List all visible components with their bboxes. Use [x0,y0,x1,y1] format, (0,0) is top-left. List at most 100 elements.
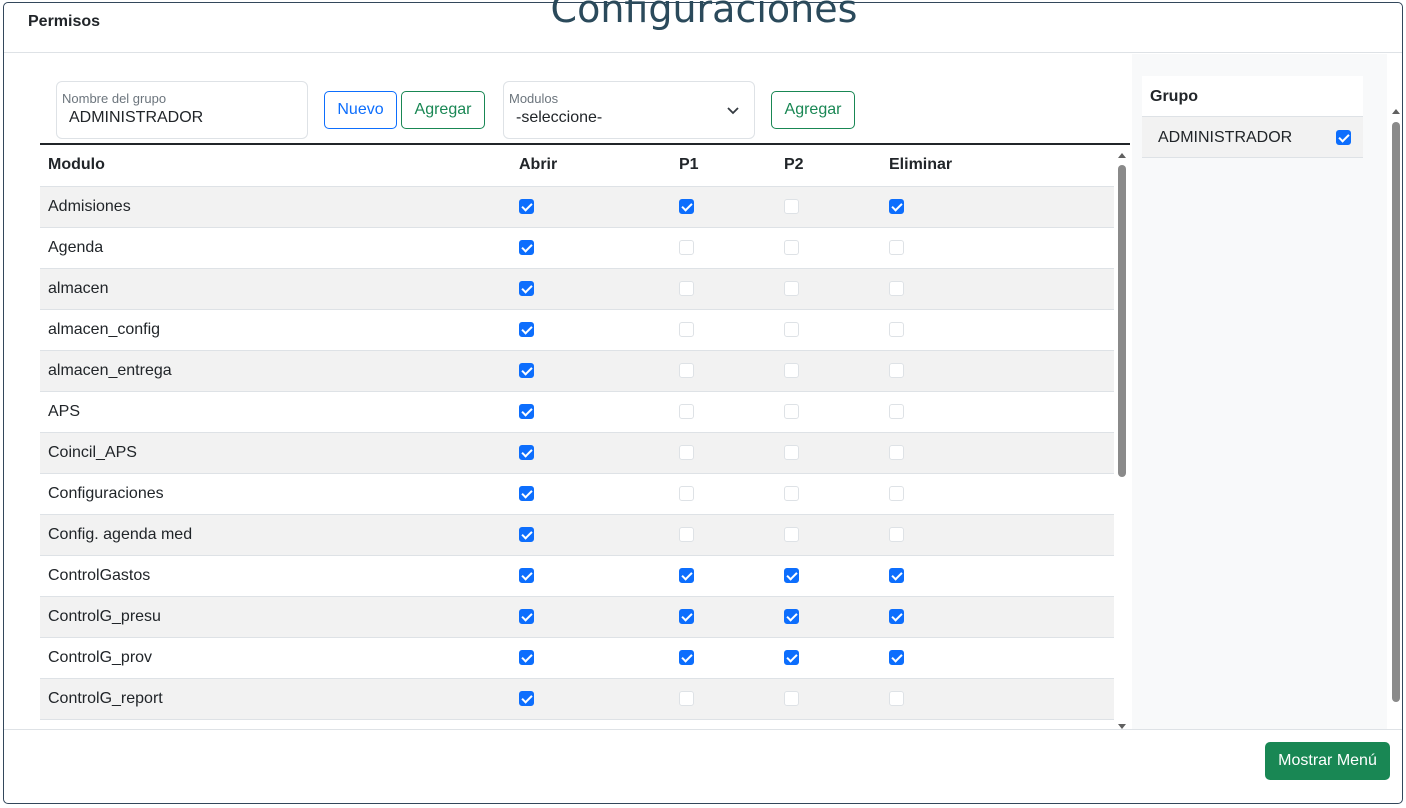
permission-checkbox-p2[interactable] [784,280,799,296]
permission-checkbox-p1[interactable] [679,280,694,296]
permission-checkbox-eliminar[interactable] [889,690,904,706]
permission-checkbox-p2[interactable] [784,485,799,501]
permission-checkbox-p1[interactable] [679,485,694,501]
permission-checkbox-eliminar[interactable] [889,239,904,255]
permission-checkbox-p2[interactable] [784,649,799,665]
permission-checkbox-p2[interactable] [784,567,799,583]
permission-cell-p1 [671,596,776,638]
permission-cell-p1 [671,309,776,351]
permission-checkbox-eliminar[interactable] [889,280,904,296]
permission-checkbox-eliminar[interactable] [889,198,904,214]
permission-checkbox-p1[interactable] [679,198,694,214]
table-row: ControlG_prov [40,637,1114,679]
permission-checkbox-abrir[interactable] [519,321,534,337]
show-menu-button[interactable]: Mostrar Menú [1265,742,1390,780]
modules-select[interactable]: Modulos -seleccione- [503,81,755,139]
permission-checkbox-p1[interactable] [679,321,694,337]
permission-checkbox-p1[interactable] [679,403,694,419]
permission-checkbox-p2[interactable] [784,362,799,378]
group-name-field[interactable]: Nombre del grupo ADMINISTRADOR [56,81,308,139]
permission-checkbox-abrir[interactable] [519,362,534,378]
table-row: Agenda [40,227,1114,269]
permission-checkbox-p1[interactable] [679,362,694,378]
permission-cell-p2 [776,514,881,556]
table-row: almacen_config [40,309,1114,351]
group-item-name: ADMINISTRADOR [1158,129,1293,146]
permission-cell-abrir [511,186,671,228]
permission-checkbox-p2[interactable] [784,526,799,542]
module-name-cell: APS [40,391,511,433]
permission-checkbox-p1[interactable] [679,690,694,706]
permission-checkbox-eliminar[interactable] [889,567,904,583]
modal-header: Permisos [4,3,1402,53]
permission-checkbox-eliminar[interactable] [889,321,904,337]
permission-checkbox-p2[interactable] [784,321,799,337]
group-panel: Grupo ADMINISTRADOR [1132,54,1387,730]
permission-cell-eliminar [881,678,1114,720]
permission-checkbox-p1[interactable] [679,526,694,542]
permission-checkbox-abrir[interactable] [519,198,534,214]
permission-cell-abrir [511,391,671,433]
permission-cell-p1 [671,678,776,720]
column-header-eliminar: Eliminar [881,145,1114,187]
permission-checkbox-abrir[interactable] [519,444,534,460]
permission-cell-eliminar [881,268,1114,310]
permission-checkbox-p1[interactable] [679,649,694,665]
permission-cell-abrir [511,268,671,310]
chevron-down-icon [727,107,739,115]
permission-cell-p2 [776,227,881,269]
permission-checkbox-abrir[interactable] [519,690,534,706]
permission-checkbox-abrir[interactable] [519,485,534,501]
permission-checkbox-p1[interactable] [679,608,694,624]
permission-checkbox-eliminar[interactable] [889,444,904,460]
table-row: Coincil_APS [40,432,1114,474]
group-item-checkbox[interactable] [1336,130,1351,145]
permission-checkbox-p2[interactable] [784,444,799,460]
permission-checkbox-p1[interactable] [679,444,694,460]
permission-checkbox-p2[interactable] [784,198,799,214]
column-header-abrir: Abrir [511,145,671,187]
scroll-up-icon[interactable] [1118,153,1126,158]
permission-checkbox-abrir[interactable] [519,403,534,419]
permission-checkbox-abrir[interactable] [519,567,534,583]
permission-cell-p2 [776,186,881,228]
permission-checkbox-eliminar[interactable] [889,526,904,542]
permission-cell-p1 [671,186,776,228]
permission-checkbox-eliminar[interactable] [889,485,904,501]
permission-checkbox-p2[interactable] [784,403,799,419]
permission-checkbox-eliminar[interactable] [889,608,904,624]
permission-checkbox-eliminar[interactable] [889,649,904,665]
permission-checkbox-abrir[interactable] [519,239,534,255]
permission-cell-eliminar [881,391,1114,433]
permission-checkbox-p2[interactable] [784,239,799,255]
permission-checkbox-p2[interactable] [784,690,799,706]
add-module-button[interactable]: Agregar [771,91,855,129]
modal-scrollbar-thumb[interactable] [1392,122,1400,702]
permission-checkbox-abrir[interactable] [519,280,534,296]
permission-checkbox-abrir[interactable] [519,649,534,665]
permission-checkbox-eliminar[interactable] [889,403,904,419]
permission-checkbox-abrir[interactable] [519,526,534,542]
permission-checkbox-p1[interactable] [679,239,694,255]
permission-cell-abrir [511,678,671,720]
permission-checkbox-p1[interactable] [679,567,694,583]
add-group-button[interactable]: Agregar [401,91,485,129]
scroll-up-icon[interactable] [1392,109,1400,114]
permission-cell-abrir [511,473,671,515]
permission-checkbox-abrir[interactable] [519,608,534,624]
permission-checkbox-eliminar[interactable] [889,362,904,378]
group-list-item[interactable]: ADMINISTRADOR [1142,117,1363,158]
column-header-modulo: Modulo [40,145,511,187]
table-scrollbar-thumb[interactable] [1118,165,1126,477]
table-scrollbar[interactable] [1117,151,1127,730]
modal-scrollbar[interactable] [1390,105,1402,730]
permission-cell-p2 [776,555,881,597]
new-button[interactable]: Nuevo [324,91,397,129]
permission-cell-p2 [776,391,881,433]
permission-checkbox-p2[interactable] [784,608,799,624]
group-panel-header: Grupo [1142,76,1363,117]
table-row: Configuraciones [40,473,1114,515]
permission-cell-p1 [671,227,776,269]
group-name-value: ADMINISTRADOR [69,109,204,126]
permission-cell-p1 [671,514,776,556]
